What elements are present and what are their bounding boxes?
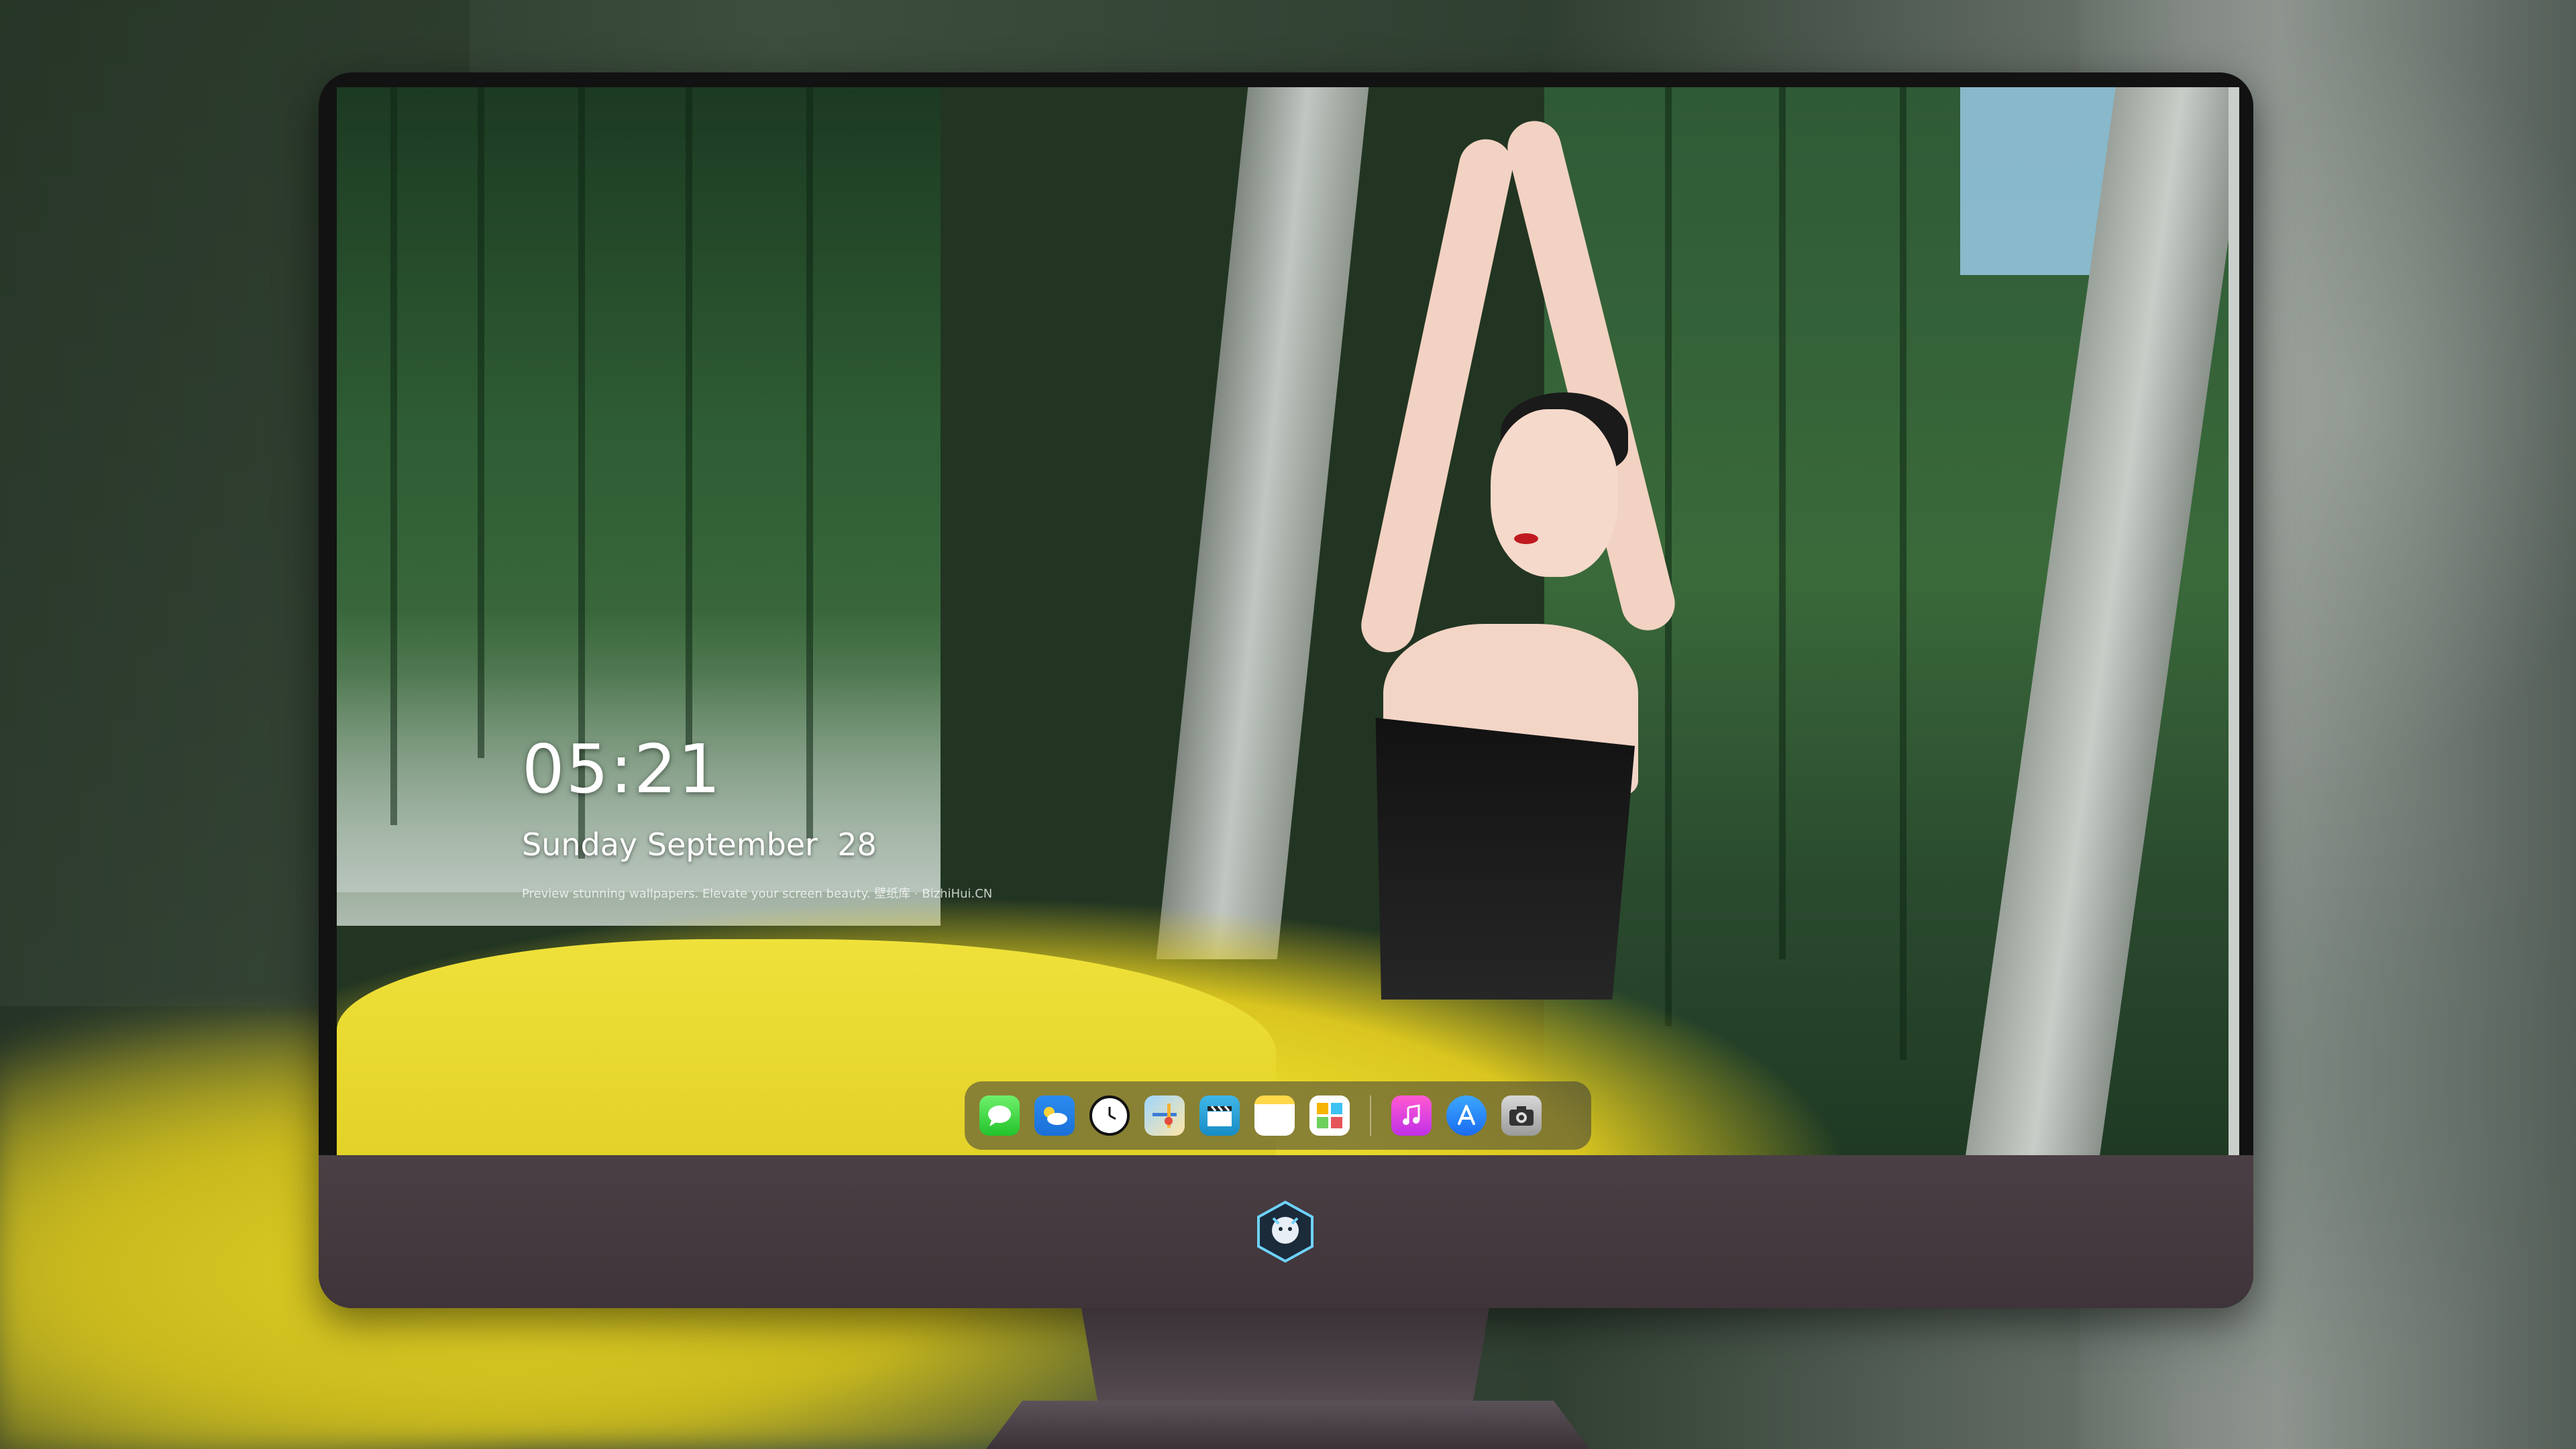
- photos-icon[interactable]: [1309, 1095, 1350, 1136]
- dock-separator: [1370, 1095, 1371, 1136]
- monitor-screen: [337, 87, 2239, 1155]
- figure-head: [1491, 409, 1618, 577]
- clapperboard-icon[interactable]: [1199, 1095, 1240, 1136]
- notes-icon[interactable]: [1254, 1095, 1295, 1136]
- bamboo-stalk: [686, 87, 692, 745]
- messages-icon[interactable]: [979, 1095, 1020, 1136]
- dock: [965, 1081, 1591, 1150]
- wallpaper: [337, 87, 2239, 1155]
- lockscreen-date: Sunday September 28: [522, 826, 877, 863]
- figure-bodice: [1375, 718, 1635, 1000]
- bamboo-stalk: [806, 87, 813, 839]
- figure-arm: [1356, 134, 1518, 657]
- wallpaper-pillar: [1156, 87, 1369, 959]
- monitor-stand-neck: [1081, 1308, 1489, 1402]
- lockscreen-caption: Preview stunning wallpapers. Elevate you…: [522, 887, 993, 901]
- bamboo-stalk: [1779, 87, 1786, 959]
- clock-icon[interactable]: [1089, 1095, 1130, 1136]
- app-store-icon[interactable]: [1446, 1095, 1487, 1136]
- music-icon[interactable]: [1391, 1095, 1432, 1136]
- weather-icon[interactable]: [1034, 1095, 1075, 1136]
- camera-icon[interactable]: [1501, 1095, 1542, 1136]
- bamboo-stalk: [478, 87, 484, 758]
- brand-logo-icon: [1253, 1199, 1318, 1264]
- bamboo-stalk: [390, 87, 397, 825]
- wallpaper-pillar: [2229, 87, 2239, 1155]
- monitor-stand-base: [986, 1401, 1590, 1449]
- figure-lips: [1514, 533, 1538, 544]
- lockscreen-time: 05:21: [522, 730, 722, 808]
- maps-icon[interactable]: [1144, 1095, 1185, 1136]
